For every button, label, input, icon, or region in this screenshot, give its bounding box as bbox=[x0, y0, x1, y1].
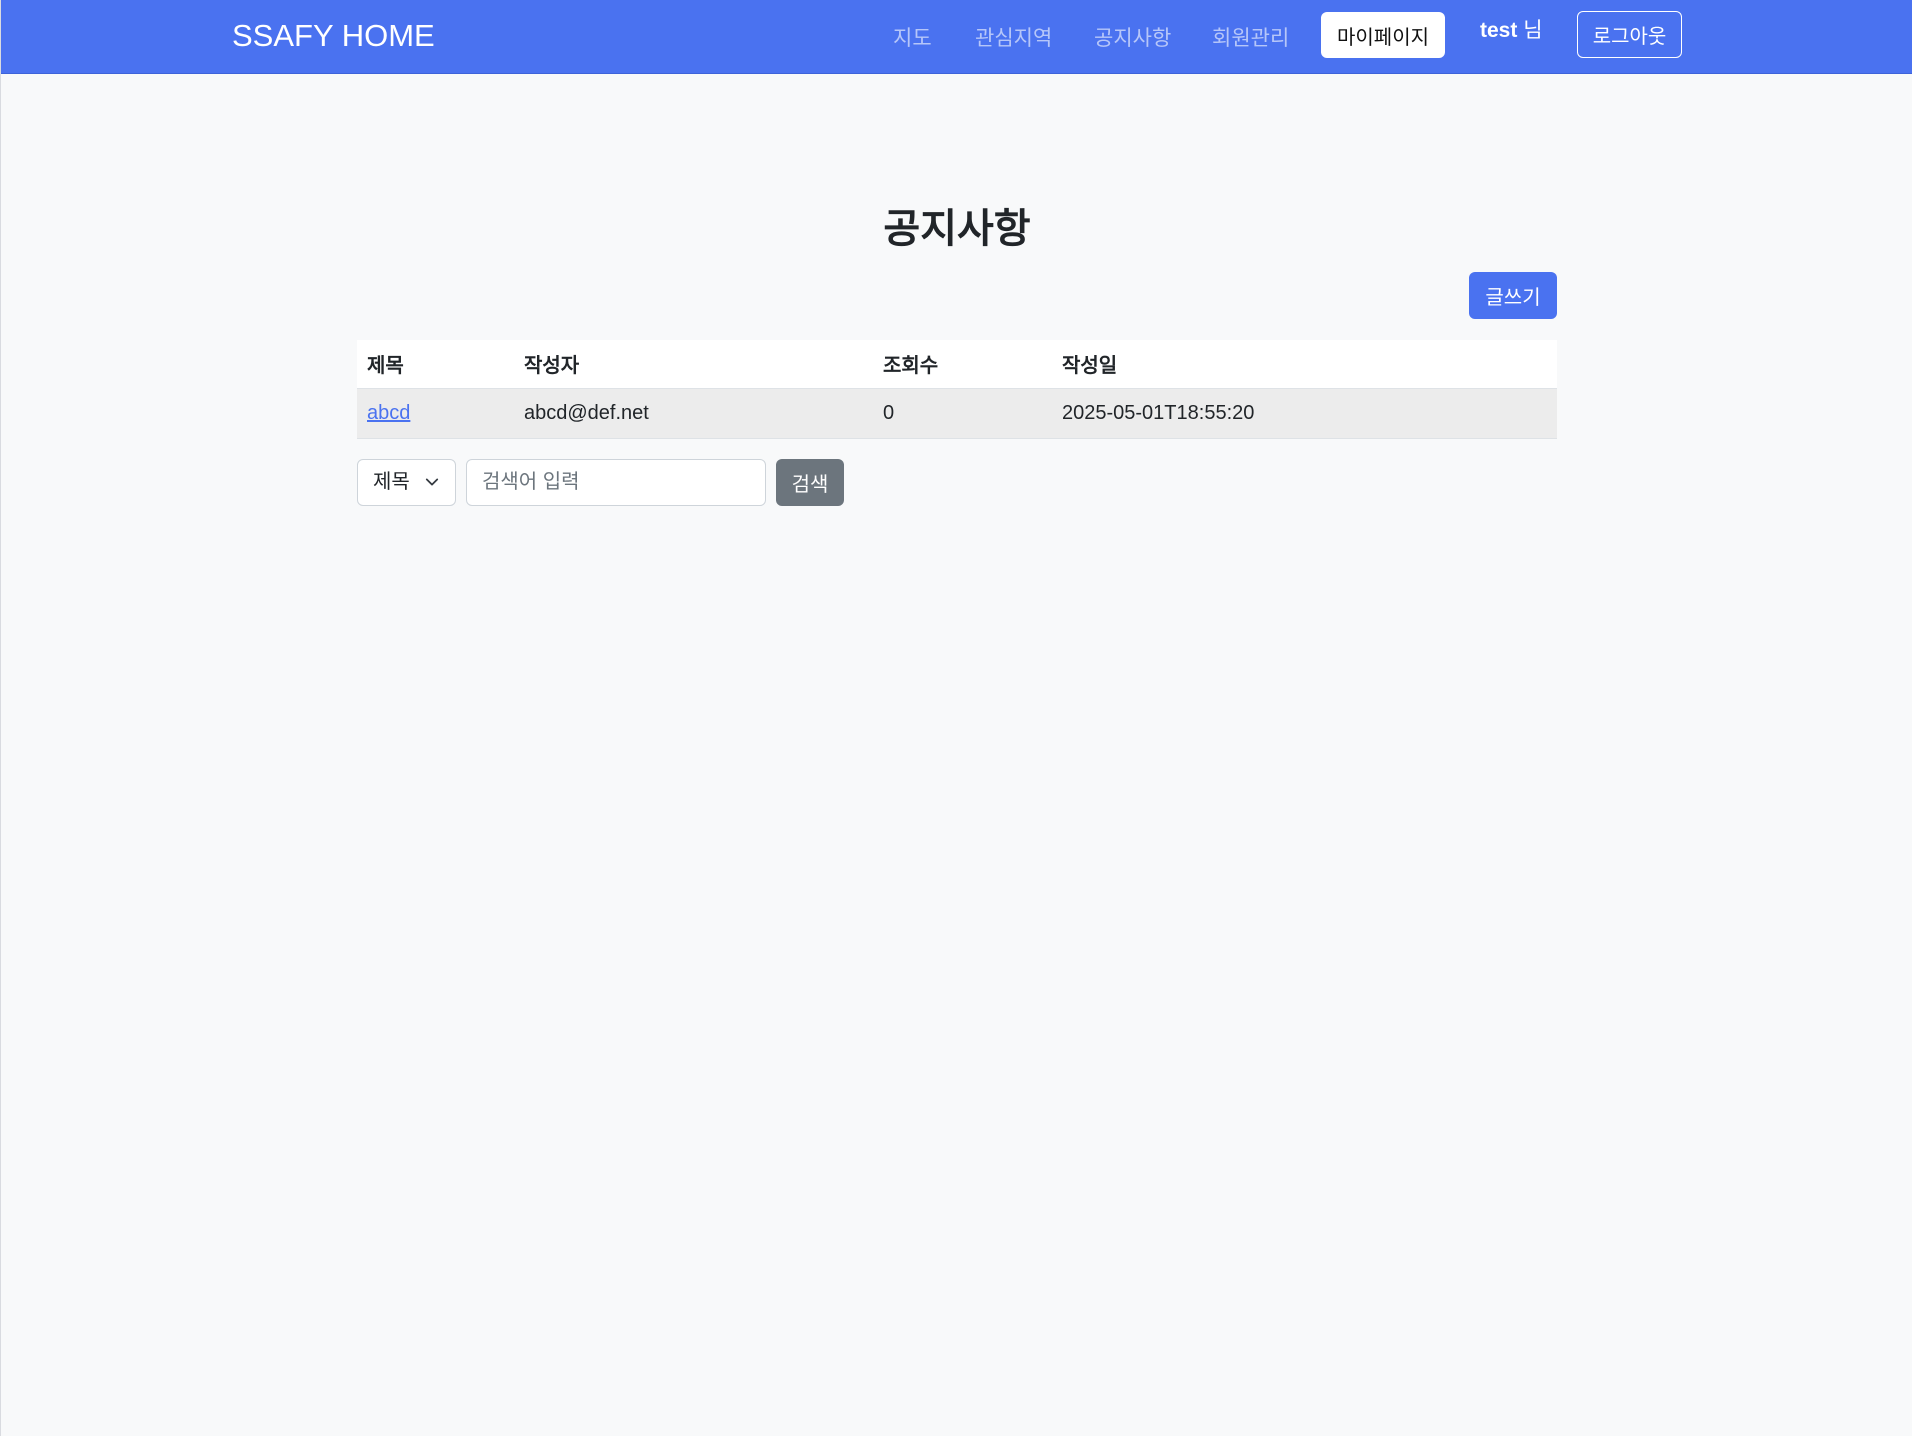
search-input[interactable] bbox=[466, 459, 766, 506]
logout-button[interactable]: 로그아웃 bbox=[1577, 11, 1682, 58]
write-post-button[interactable]: 글쓰기 bbox=[1469, 272, 1557, 319]
nav-link-notice[interactable]: 공지사항 bbox=[1094, 22, 1171, 52]
user-suffix: 님 bbox=[1517, 19, 1543, 42]
table-row: abcd abcd@def.net 0 2025-05-01T18:55:20 bbox=[357, 388, 1557, 439]
cell-author: abcd@def.net bbox=[514, 388, 873, 439]
search-button[interactable]: 검색 bbox=[776, 459, 844, 506]
search-field-selected-value: 제목 bbox=[373, 471, 410, 493]
column-header-title: 제목 bbox=[357, 340, 514, 389]
nav-link-interest-area[interactable]: 관심지역 bbox=[975, 22, 1052, 52]
search-field-select[interactable]: 제목 bbox=[357, 459, 456, 506]
table-header-row: 제목 작성자 조회수 작성일 bbox=[357, 340, 1557, 389]
brand-logo-link[interactable]: SSAFY HOME bbox=[232, 18, 435, 54]
chevron-down-icon bbox=[425, 478, 439, 486]
page-title: 공지사항 bbox=[883, 207, 1031, 251]
column-header-date: 작성일 bbox=[1052, 340, 1557, 389]
cell-views: 0 bbox=[873, 388, 1052, 439]
column-header-author: 작성자 bbox=[514, 340, 873, 389]
column-header-views: 조회수 bbox=[873, 340, 1052, 389]
notice-table: 제목 작성자 조회수 작성일 abcd abcd@def.net 0 2025-… bbox=[357, 340, 1557, 439]
cell-date: 2025-05-01T18:55:20 bbox=[1052, 388, 1557, 439]
top-navbar: SSAFY HOME 지도 관심지역 공지사항 회원관리 마이페이지 test … bbox=[1, 0, 1912, 74]
nav-link-map[interactable]: 지도 bbox=[893, 22, 932, 52]
mypage-button[interactable]: 마이페이지 bbox=[1321, 12, 1445, 58]
post-title-link[interactable]: abcd bbox=[367, 402, 410, 424]
user-name: test bbox=[1480, 19, 1518, 42]
nav-link-member-management[interactable]: 회원관리 bbox=[1212, 22, 1289, 52]
user-greeting: test 님 bbox=[1480, 14, 1543, 44]
cell-title: abcd bbox=[357, 388, 514, 439]
